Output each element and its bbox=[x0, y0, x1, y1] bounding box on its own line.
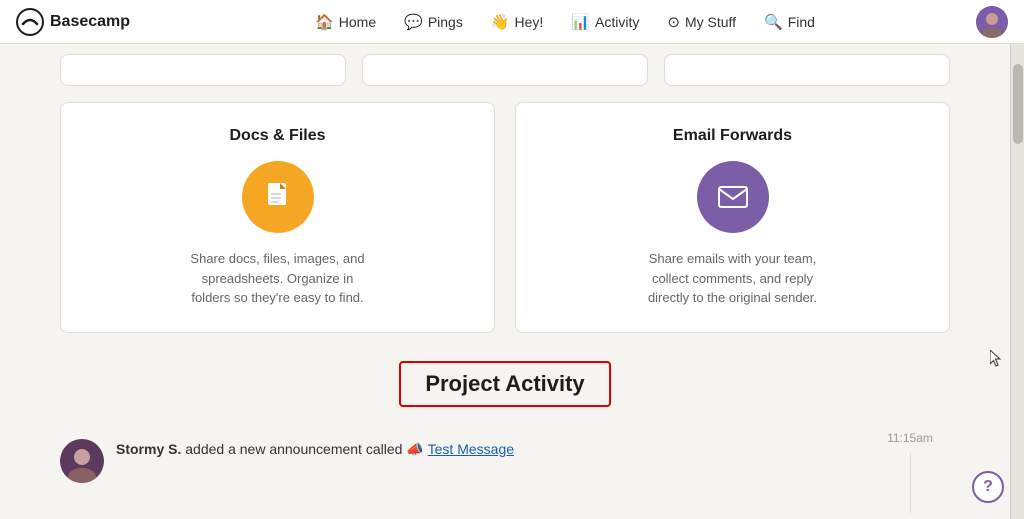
nav-hey-label: Hey! bbox=[515, 14, 544, 30]
nav-mystuff-label: My Stuff bbox=[685, 14, 736, 30]
nav-items: 🏠 Home 💬 Pings 👋 Hey! 📊 Activity ⊙ My St… bbox=[154, 7, 976, 37]
main-wrapper: Docs & Files Share docs, files, images, … bbox=[0, 44, 1024, 519]
email-icon bbox=[715, 179, 751, 215]
avatar-image bbox=[60, 439, 104, 483]
scrollbar-track[interactable] bbox=[1010, 44, 1024, 519]
feature-cards-row: Docs & Files Share docs, files, images, … bbox=[60, 102, 950, 333]
nav-pings[interactable]: 💬 Pings bbox=[392, 7, 475, 37]
nav-home[interactable]: 🏠 Home bbox=[303, 7, 388, 37]
megaphone-emoji: 📣 bbox=[406, 441, 423, 457]
docs-files-desc: Share docs, files, images, and spreadshe… bbox=[188, 249, 368, 308]
project-activity-title: Project Activity bbox=[399, 361, 610, 407]
project-activity-header: Project Activity bbox=[60, 361, 950, 407]
nav-hey[interactable]: 👋 Hey! bbox=[479, 7, 555, 37]
partial-card-3 bbox=[664, 54, 950, 86]
nav-pings-label: Pings bbox=[428, 14, 463, 30]
activity-item: Stormy S. added a new announcement calle… bbox=[60, 431, 870, 491]
email-forwards-icon-circle bbox=[697, 161, 769, 233]
hey-icon: 👋 bbox=[491, 13, 510, 31]
find-icon: 🔍 bbox=[764, 13, 783, 31]
partial-cards-row bbox=[60, 44, 950, 86]
nav-home-label: Home bbox=[339, 14, 376, 30]
email-forwards-title: Email Forwards bbox=[673, 127, 792, 145]
activity-layout: Stormy S. added a new announcement calle… bbox=[60, 431, 950, 513]
nav-activity[interactable]: 📊 Activity bbox=[559, 7, 651, 37]
email-forwards-card: Email Forwards Share emails with your te… bbox=[515, 102, 950, 333]
nav-activity-label: Activity bbox=[595, 14, 639, 30]
pings-icon: 💬 bbox=[404, 13, 423, 31]
user-avatar[interactable] bbox=[976, 6, 1008, 38]
help-label: ? bbox=[983, 478, 993, 496]
time-column: 11:15am bbox=[870, 431, 950, 513]
basecamp-logo-icon bbox=[16, 8, 44, 36]
content-area: Docs & Files Share docs, files, images, … bbox=[0, 44, 1010, 519]
email-forwards-desc: Share emails with your team, collect com… bbox=[643, 249, 823, 308]
activity-text: Stormy S. added a new announcement calle… bbox=[116, 439, 514, 460]
partial-card-1 bbox=[60, 54, 346, 86]
activity-left-col: Stormy S. added a new announcement calle… bbox=[60, 431, 870, 513]
nav-find-label: Find bbox=[788, 14, 815, 30]
top-navigation: Basecamp 🏠 Home 💬 Pings 👋 Hey! 📊 Activit… bbox=[0, 0, 1024, 44]
activity-user-avatar bbox=[60, 439, 104, 483]
activity-link[interactable]: Test Message bbox=[428, 441, 514, 457]
document-icon bbox=[260, 179, 296, 215]
activity-icon: 📊 bbox=[571, 13, 590, 31]
activity-action: added a new announcement called bbox=[185, 441, 406, 457]
nav-find[interactable]: 🔍 Find bbox=[752, 7, 827, 37]
welcome-section: Welcome to IMW Content -- CMS Silver! bbox=[60, 513, 950, 519]
logo-text: Basecamp bbox=[50, 13, 130, 31]
home-icon: 🏠 bbox=[315, 13, 334, 31]
logo[interactable]: Basecamp bbox=[16, 8, 130, 36]
time-divider-line bbox=[910, 453, 911, 513]
help-button[interactable]: ? bbox=[972, 471, 1004, 503]
activity-user-name: Stormy S. bbox=[116, 441, 181, 457]
activity-time: 11:15am bbox=[887, 431, 933, 445]
docs-files-icon-circle bbox=[242, 161, 314, 233]
docs-files-title: Docs & Files bbox=[229, 127, 325, 145]
partial-card-2 bbox=[362, 54, 648, 86]
scrollbar-thumb[interactable] bbox=[1013, 64, 1023, 144]
mystuff-icon: ⊙ bbox=[667, 13, 680, 31]
docs-files-card: Docs & Files Share docs, files, images, … bbox=[60, 102, 495, 333]
nav-mystuff[interactable]: ⊙ My Stuff bbox=[655, 7, 748, 37]
